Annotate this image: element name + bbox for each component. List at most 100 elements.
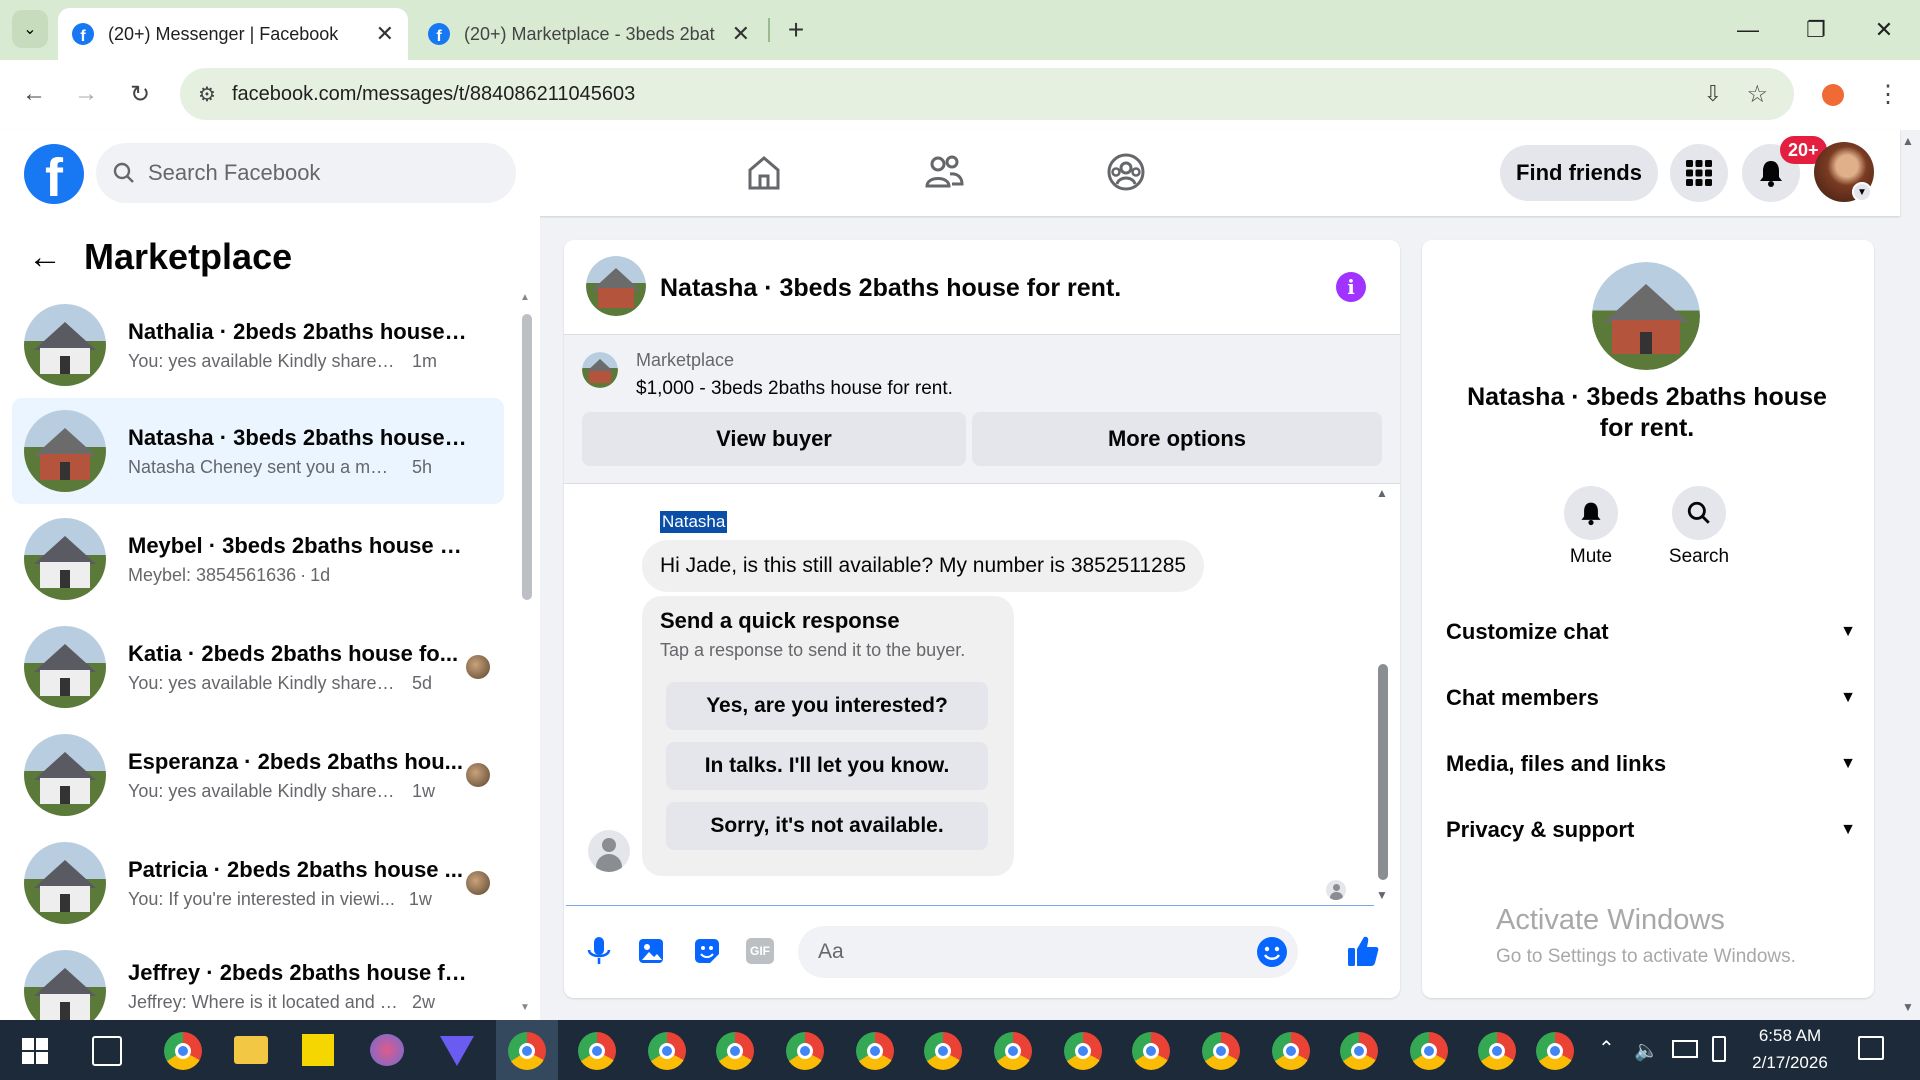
reload-button[interactable]: ↻ — [120, 74, 160, 114]
friends-nav-icon[interactable] — [922, 150, 972, 200]
site-info-icon[interactable]: ⚙ — [198, 82, 216, 107]
mute-button[interactable] — [1564, 486, 1618, 540]
chrome-taskbar-icon[interactable] — [1340, 1032, 1378, 1070]
windows-start-icon[interactable] — [22, 1038, 48, 1069]
forward-button[interactable]: → — [66, 74, 106, 114]
chevron-down-icon: ▼ — [1840, 623, 1856, 640]
url-text[interactable]: facebook.com/messages/t/884086211045603 — [232, 83, 635, 106]
back-button[interactable]: ← — [14, 74, 54, 114]
chrome-taskbar-icon[interactable] — [1536, 1032, 1574, 1070]
scroll-up-arrow[interactable]: ▲ — [1376, 486, 1388, 500]
home-nav-icon[interactable] — [742, 150, 792, 200]
paint-icon[interactable] — [370, 1034, 404, 1066]
network-icon[interactable] — [1672, 1040, 1698, 1058]
message-input[interactable]: Aa — [798, 926, 1298, 978]
tab-search-button[interactable]: ⌄ — [12, 10, 48, 48]
quick-response-talks-button[interactable]: In talks. I'll let you know. — [666, 742, 988, 790]
chrome-taskbar-icon[interactable] — [1132, 1032, 1170, 1070]
media-files-links-section[interactable]: Media, files and links ▼ — [1446, 744, 1856, 784]
chrome-taskbar-icon[interactable] — [1064, 1032, 1102, 1070]
info-icon[interactable]: i — [1336, 272, 1366, 302]
chrome-taskbar-icon[interactable] — [1410, 1032, 1448, 1070]
search-conversation-button[interactable] — [1672, 486, 1726, 540]
taskbar-date[interactable]: 2/17/2026 — [1740, 1053, 1840, 1073]
chevron-down-icon[interactable]: ▼ — [1852, 182, 1872, 202]
minimize-button[interactable]: — — [1728, 10, 1768, 50]
sticker-icon[interactable] — [692, 936, 722, 971]
scroll-down-arrow[interactable]: ▼ — [520, 1002, 532, 1014]
chrome-taskbar-icon[interactable] — [164, 1032, 202, 1070]
privacy-support-section[interactable]: Privacy & support ▼ — [1446, 810, 1856, 850]
groups-nav-icon[interactable] — [1104, 150, 1154, 200]
photo-icon[interactable] — [638, 936, 666, 971]
sender-avatar[interactable] — [588, 830, 630, 872]
microphone-icon[interactable] — [586, 936, 612, 971]
chrome-taskbar-icon[interactable] — [716, 1032, 754, 1070]
conversation-item[interactable]: Meybel · 3beds 2baths house fo... Meybel… — [12, 506, 504, 612]
conversation-item[interactable]: Katia · 2beds 2baths house fo... You: ye… — [12, 614, 504, 720]
page-scroll-up-arrow[interactable]: ▲ — [1902, 134, 1914, 148]
conversation-item[interactable]: Esperanza · 2beds 2baths hou... You: yes… — [12, 722, 504, 828]
listing-title[interactable]: $1,000 - 3beds 2baths house for rent. — [636, 378, 953, 400]
facebook-logo[interactable]: f — [24, 144, 84, 204]
chrome-taskbar-icon[interactable] — [1272, 1032, 1310, 1070]
chrome-taskbar-icon[interactable] — [648, 1032, 686, 1070]
find-friends-button[interactable]: Find friends — [1500, 145, 1658, 201]
close-window-button[interactable]: ✕ — [1864, 10, 1904, 50]
chevron-up-icon[interactable]: ⌃ — [1598, 1036, 1615, 1061]
scroll-down-arrow[interactable]: ▼ — [1376, 888, 1388, 902]
conversation-item[interactable]: Nathalia · 2beds 2baths house f... You: … — [12, 292, 504, 398]
quick-response-unavailable-button[interactable]: Sorry, it's not available. — [666, 802, 988, 850]
taskbar-time[interactable]: 6:58 AM — [1740, 1026, 1840, 1046]
chat-members-section[interactable]: Chat members ▼ — [1446, 678, 1856, 718]
close-tab-icon[interactable]: ✕ — [732, 21, 750, 47]
chat-header-avatar[interactable] — [586, 256, 646, 316]
conversation-info-panel: Natasha · 3beds 2baths house for rent. M… — [1422, 240, 1874, 998]
chrome-taskbar-icon[interactable] — [786, 1032, 824, 1070]
back-arrow-icon[interactable]: ← — [28, 238, 62, 277]
incoming-message-bubble[interactable]: Hi Jade, is this still available? My num… — [642, 540, 1205, 592]
notification-center-icon[interactable] — [1858, 1036, 1884, 1060]
chrome-taskbar-icon[interactable] — [508, 1032, 546, 1070]
more-options-button[interactable]: More options — [972, 412, 1382, 466]
browser-menu-icon[interactable]: ⋮ — [1868, 74, 1908, 114]
tab-marketplace[interactable]: f (20+) Marketplace - 3beds 2bat ✕ — [414, 8, 764, 60]
chrome-taskbar-icon[interactable] — [1202, 1032, 1240, 1070]
chat-header-title[interactable]: Natasha · 3beds 2baths house for rent. — [660, 274, 1121, 303]
conversation-item[interactable]: Jeffrey · 2beds 2baths house for... Jeff… — [12, 938, 504, 1020]
like-thumb-icon[interactable] — [1346, 934, 1380, 973]
close-tab-icon[interactable]: ✕ — [376, 21, 394, 47]
page-scroll-down-arrow[interactable]: ▼ — [1902, 1000, 1914, 1014]
extension-icon[interactable] — [1822, 84, 1844, 106]
address-bar[interactable]: ⚙ facebook.com/messages/t/88408621104560… — [180, 68, 1794, 120]
conversation-item[interactable]: Patricia · 2beds 2baths house ... You: I… — [12, 830, 504, 936]
gif-icon[interactable]: GIF — [746, 938, 774, 964]
install-app-icon[interactable]: ⇩ — [1704, 81, 1722, 107]
chrome-taskbar-icon[interactable] — [1478, 1032, 1516, 1070]
tab-messenger[interactable]: f (20+) Messenger | Facebook ✕ — [58, 8, 408, 60]
search-facebook-input[interactable]: Search Facebook — [96, 143, 516, 203]
chrome-taskbar-icon[interactable] — [856, 1032, 894, 1070]
conversation-item-selected[interactable]: Natasha · 3beds 2baths house f... Natash… — [12, 398, 504, 504]
task-view-icon[interactable] — [92, 1036, 122, 1066]
emoji-icon[interactable] — [1256, 936, 1288, 968]
menu-button[interactable] — [1670, 144, 1728, 202]
restore-button[interactable]: ❐ — [1796, 10, 1836, 50]
customize-chat-section[interactable]: Customize chat ▼ — [1446, 612, 1856, 652]
sticky-notes-icon[interactable] — [302, 1034, 334, 1066]
quick-response-yes-button[interactable]: Yes, are you interested? — [666, 682, 988, 730]
view-buyer-button[interactable]: View buyer — [582, 412, 966, 466]
info-avatar[interactable] — [1592, 262, 1700, 370]
chrome-taskbar-icon[interactable] — [578, 1032, 616, 1070]
scrollbar-thumb[interactable] — [522, 314, 532, 600]
scrollbar-thumb[interactable] — [1378, 664, 1388, 880]
file-explorer-icon[interactable] — [234, 1036, 268, 1064]
speaker-icon[interactable]: 🔈 — [1634, 1038, 1659, 1063]
chrome-taskbar-icon[interactable] — [924, 1032, 962, 1070]
battery-icon[interactable] — [1712, 1036, 1726, 1062]
new-tab-button[interactable]: + — [778, 12, 814, 48]
bookmark-star-icon[interactable]: ☆ — [1746, 80, 1768, 109]
chrome-taskbar-icon[interactable] — [994, 1032, 1032, 1070]
scroll-up-arrow[interactable]: ▲ — [520, 292, 532, 304]
listing-thumbnail — [24, 304, 106, 386]
